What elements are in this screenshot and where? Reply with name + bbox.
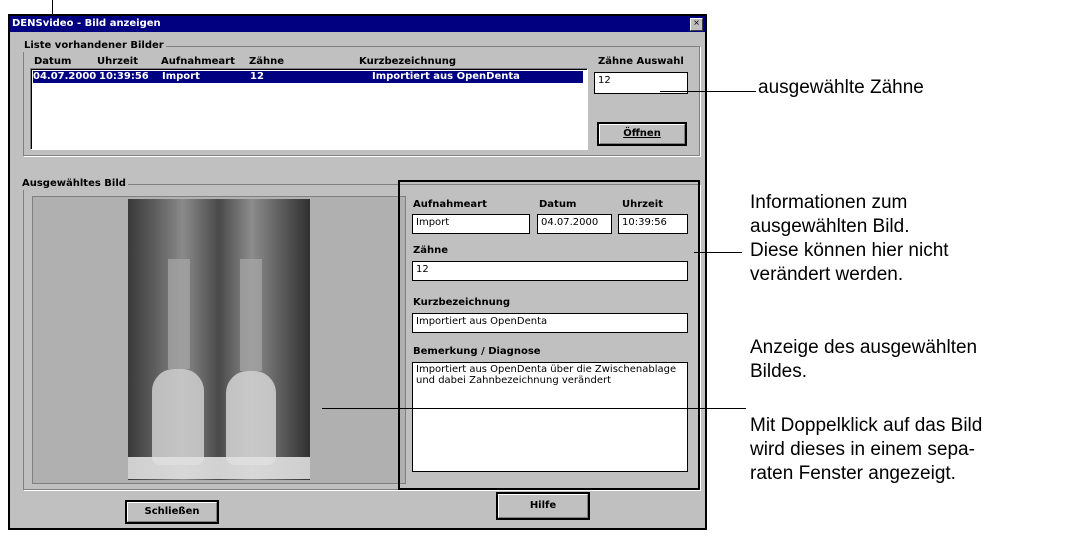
image-list-legend: Liste vorhandener Bilder xyxy=(22,40,166,52)
annotation-display-line-1: Anzeige des ausgewählten xyxy=(750,337,978,358)
row-aufnahmeart: Import xyxy=(162,71,200,82)
callout-line-image xyxy=(322,408,746,409)
uhrzeit-label: Uhrzeit xyxy=(622,199,663,210)
image-list[interactable]: 04.07.2000 10:39:56 Import 12 Importiert… xyxy=(30,68,588,150)
annotation-dblclick-line-1: Mit Doppelklick auf das Bild xyxy=(750,415,983,436)
col-header-zaehne: Zähne xyxy=(249,56,285,67)
annotation-selected-teeth: ausgewählte Zähne xyxy=(758,77,924,98)
title-bar: DENSvideo - Bild anzeigen xyxy=(10,16,705,32)
selected-image-legend: Ausgewähltes Bild xyxy=(20,178,128,190)
kurzbezeichnung-field: Importiert aus OpenDenta xyxy=(412,313,688,333)
aufnahmeart-label: Aufnahmeart xyxy=(413,199,487,210)
bemerkung-label: Bemerkung / Diagnose xyxy=(413,346,541,357)
xray-image[interactable] xyxy=(128,199,310,480)
col-header-uhrzeit: Uhrzeit xyxy=(97,56,138,67)
uhrzeit-field: 10:39:56 xyxy=(618,214,688,234)
annotation-info-line-3: Diese können hier nicht xyxy=(750,240,949,261)
aufnahmeart-field: Import xyxy=(412,214,530,234)
row-zaehne: 12 xyxy=(250,71,264,82)
image-viewport[interactable] xyxy=(32,196,406,484)
close-window-button[interactable]: × xyxy=(690,18,703,31)
close-icon: × xyxy=(693,18,700,29)
datum-field: 04.07.2000 xyxy=(537,214,612,234)
open-button[interactable]: Öffnen xyxy=(597,122,687,146)
col-header-datum: Datum xyxy=(34,56,72,67)
zaehne-auswahl-label: Zähne Auswahl xyxy=(598,56,684,67)
zaehne-label: Zähne xyxy=(413,245,449,256)
xray-tooth-right xyxy=(226,371,276,465)
xray-bottom-band xyxy=(128,457,310,479)
zaehne-field: 12 xyxy=(412,261,688,281)
row-uhrzeit: 10:39:56 xyxy=(99,71,149,82)
annotation-dblclick-line-3: raten Fenster angezeigt. xyxy=(750,463,956,484)
col-header-aufnahmeart: Aufnahmeart xyxy=(161,56,235,67)
annotation-info-line-1: Informationen zum xyxy=(750,192,908,213)
callout-line-teeth xyxy=(660,91,756,92)
datum-label: Datum xyxy=(539,199,577,210)
close-button-label: Schließen xyxy=(144,506,200,517)
row-kurzbezeichnung: Importiert aus OpenDenta xyxy=(372,71,520,82)
row-datum: 04.07.2000 xyxy=(33,71,97,82)
close-button[interactable]: Schließen xyxy=(125,500,219,524)
kurzbezeichnung-label: Kurzbezeichnung xyxy=(413,297,510,308)
open-button-label: Öffnen xyxy=(623,128,661,139)
annotation-info-line-4: verändert werden. xyxy=(750,264,904,285)
callout-line-info xyxy=(694,252,742,253)
list-row-selected[interactable]: 04.07.2000 10:39:56 Import 12 Importiert… xyxy=(33,71,583,83)
window-title: DENSvideo - Bild anzeigen xyxy=(12,18,161,29)
help-button-label: Hilfe xyxy=(529,500,557,511)
annotation-dblclick-line-2: wird dieses in einem sepa- xyxy=(750,439,975,460)
xray-root-left xyxy=(168,259,190,369)
xray-tooth-left xyxy=(152,369,204,465)
annotation-info-line-2: ausgewählten Bild. xyxy=(750,216,910,237)
help-button[interactable]: Hilfe xyxy=(496,492,590,520)
annotation-display-line-2: Bildes. xyxy=(750,361,808,382)
dialog-window: DENSvideo - Bild anzeigen × Liste vorhan… xyxy=(8,14,707,530)
xray-root-right xyxy=(240,259,262,371)
bemerkung-field: Importiert aus OpenDenta über die Zwisch… xyxy=(412,362,688,472)
col-header-kurzbezeichnung: Kurzbezeichnung xyxy=(359,56,456,67)
